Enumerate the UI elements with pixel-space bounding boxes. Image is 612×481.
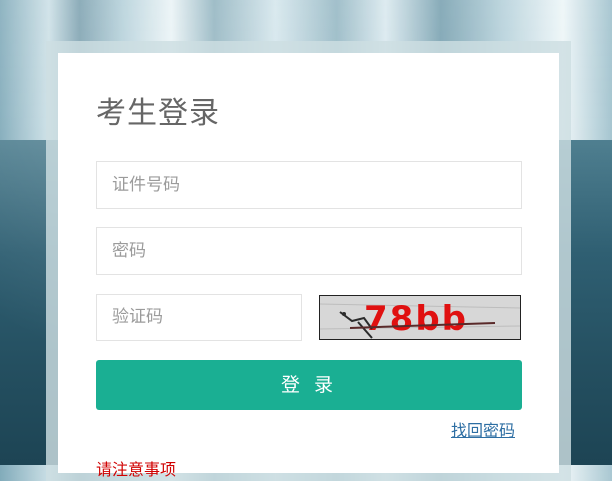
notice-link[interactable]: 请注意事项 <box>96 456 176 480</box>
id-number-field[interactable]: 证件号码 <box>96 161 522 209</box>
id-number-placeholder: 证件号码 <box>112 175 180 195</box>
captcha-text: 78bb <box>364 299 468 339</box>
captcha-placeholder: 验证码 <box>112 307 163 327</box>
login-button[interactable]: 登 录 <box>96 360 522 410</box>
captcha-image[interactable]: 78bb <box>319 295 521 340</box>
captcha-input[interactable]: 验证码 <box>96 294 302 341</box>
page-title: 考生登录 <box>96 96 220 131</box>
forgot-password-link[interactable]: 找回密码 <box>451 417 515 441</box>
password-placeholder: 密码 <box>112 241 146 261</box>
password-field[interactable]: 密码 <box>96 227 522 275</box>
